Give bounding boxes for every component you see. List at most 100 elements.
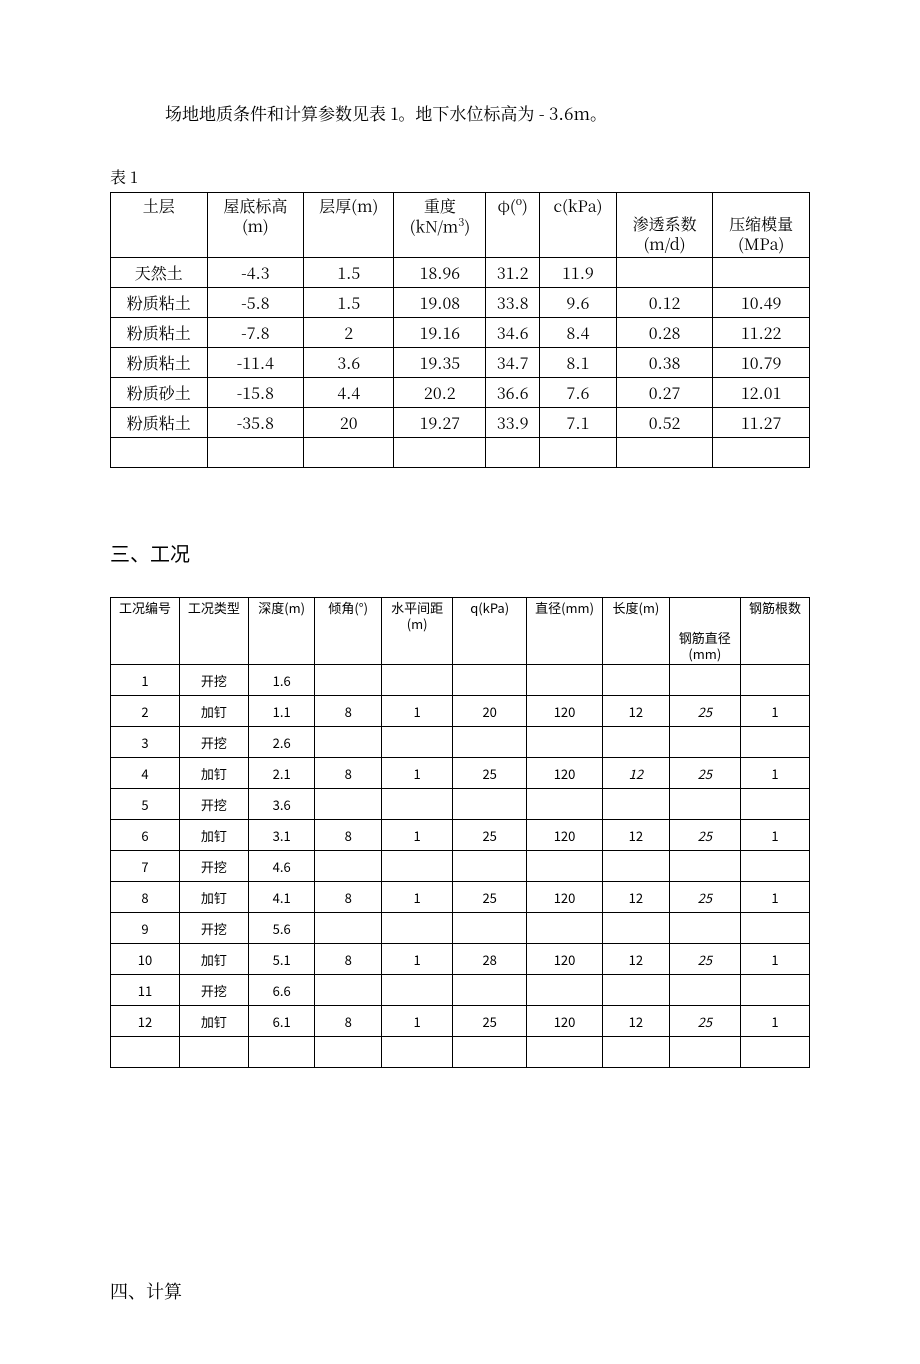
- cell: [382, 851, 453, 882]
- table-row: 7开挖4.6: [111, 851, 810, 882]
- cell: 120: [527, 758, 603, 789]
- cell: 0.28: [616, 318, 713, 348]
- cell: 25: [669, 944, 740, 975]
- cell: 3.1: [248, 820, 315, 851]
- cell: 19.27: [394, 408, 486, 438]
- t1-h7: 压缩模量(MPa): [713, 193, 810, 258]
- t2-h4: 水平间距(m): [382, 598, 453, 665]
- cell: [540, 438, 617, 468]
- cell: 12: [603, 944, 670, 975]
- cell: [382, 913, 453, 944]
- cell: 4.4: [304, 378, 394, 408]
- cell: 11: [111, 975, 180, 1006]
- cell: 36.6: [486, 378, 540, 408]
- cell: 加钉: [179, 882, 248, 913]
- cell: 1: [740, 882, 809, 913]
- cell: 25: [669, 696, 740, 727]
- cell: 12: [603, 1006, 670, 1037]
- cell: 12: [603, 758, 670, 789]
- cell: [603, 975, 670, 1006]
- t2-h3: 倾角(°): [315, 598, 382, 665]
- cell: 12: [111, 1006, 180, 1037]
- cell: [740, 851, 809, 882]
- cell: [394, 438, 486, 468]
- table-row: 天然土-4.31.518.9631.211.9: [111, 258, 810, 288]
- cell: 25: [453, 758, 527, 789]
- cell: [603, 1037, 670, 1068]
- table-row: 粉质粘土-11.43.619.3534.78.10.3810.79: [111, 348, 810, 378]
- cell: 33.9: [486, 408, 540, 438]
- t1-h5: c(kPa): [540, 193, 617, 258]
- t2-h0: 工况编号: [111, 598, 180, 665]
- cell: 19.16: [394, 318, 486, 348]
- cell: 120: [527, 882, 603, 913]
- cell: 28: [453, 944, 527, 975]
- cell: [527, 727, 603, 758]
- t1-h1: 屋底标高(m): [207, 193, 304, 258]
- cell: 10: [111, 944, 180, 975]
- cell: -15.8: [207, 378, 304, 408]
- cell: 7.1: [540, 408, 617, 438]
- cell: 6.1: [248, 1006, 315, 1037]
- cell: 开挖: [179, 975, 248, 1006]
- cell: 1: [382, 696, 453, 727]
- cell: 8.4: [540, 318, 617, 348]
- cell: 开挖: [179, 851, 248, 882]
- cell: 11.9: [540, 258, 617, 288]
- cell: 120: [527, 944, 603, 975]
- section-4-heading: 四、计算: [110, 1278, 810, 1304]
- cell: [603, 665, 670, 696]
- cell: 加钉: [179, 820, 248, 851]
- cell: [453, 1037, 527, 1068]
- cell: [453, 665, 527, 696]
- table2: 工况编号 工况类型 深度(m) 倾角(°) 水平间距(m) q(kPa) 直径(…: [110, 597, 810, 1068]
- cell: [669, 913, 740, 944]
- table-row: 1开挖1.6: [111, 665, 810, 696]
- cell: [486, 438, 540, 468]
- cell: [669, 975, 740, 1006]
- cell: 120: [527, 696, 603, 727]
- table2-header-row: 工况编号 工况类型 深度(m) 倾角(°) 水平间距(m) q(kPa) 直径(…: [111, 598, 810, 665]
- cell: 2: [111, 696, 180, 727]
- cell: [603, 913, 670, 944]
- t2-h8: 钢筋直径(mm): [669, 598, 740, 665]
- cell: 1: [740, 944, 809, 975]
- cell: [603, 727, 670, 758]
- t1-h3: 重度(kN/m3): [394, 193, 486, 258]
- t1-h2: 层厚(m): [304, 193, 394, 258]
- cell: [382, 727, 453, 758]
- cell: 1: [382, 758, 453, 789]
- cell: [740, 1037, 809, 1068]
- table-row: 8加钉4.1812512012251: [111, 882, 810, 913]
- cell: 25: [453, 882, 527, 913]
- cell: 5.1: [248, 944, 315, 975]
- cell: 25: [669, 882, 740, 913]
- cell: 1: [382, 882, 453, 913]
- t1-h4: φ(º): [486, 193, 540, 258]
- t2-h5: q(kPa): [453, 598, 527, 665]
- cell: -5.8: [207, 288, 304, 318]
- cell: 5.6: [248, 913, 315, 944]
- cell: [527, 975, 603, 1006]
- cell: 粉质粘土: [111, 348, 208, 378]
- cell: 开挖: [179, 913, 248, 944]
- cell: 8: [315, 882, 382, 913]
- cell: [713, 438, 810, 468]
- cell: 4: [111, 758, 180, 789]
- cell: 0.52: [616, 408, 713, 438]
- t2-h9: 钢筋根数: [740, 598, 809, 665]
- cell: [740, 975, 809, 1006]
- cell: 开挖: [179, 665, 248, 696]
- cell: [616, 438, 713, 468]
- cell: 2: [304, 318, 394, 348]
- cell: 18.96: [394, 258, 486, 288]
- table1: 土层 屋底标高(m) 层厚(m) 重度(kN/m3) φ(º) c(kPa) 渗…: [110, 192, 810, 468]
- table-row: 3开挖2.6: [111, 727, 810, 758]
- cell: 12: [603, 820, 670, 851]
- t2-h6: 直径(mm): [527, 598, 603, 665]
- cell: 4.1: [248, 882, 315, 913]
- table-row: 9开挖5.6: [111, 913, 810, 944]
- cell: 8.1: [540, 348, 617, 378]
- cell: 粉质粘土: [111, 318, 208, 348]
- cell: 9: [111, 913, 180, 944]
